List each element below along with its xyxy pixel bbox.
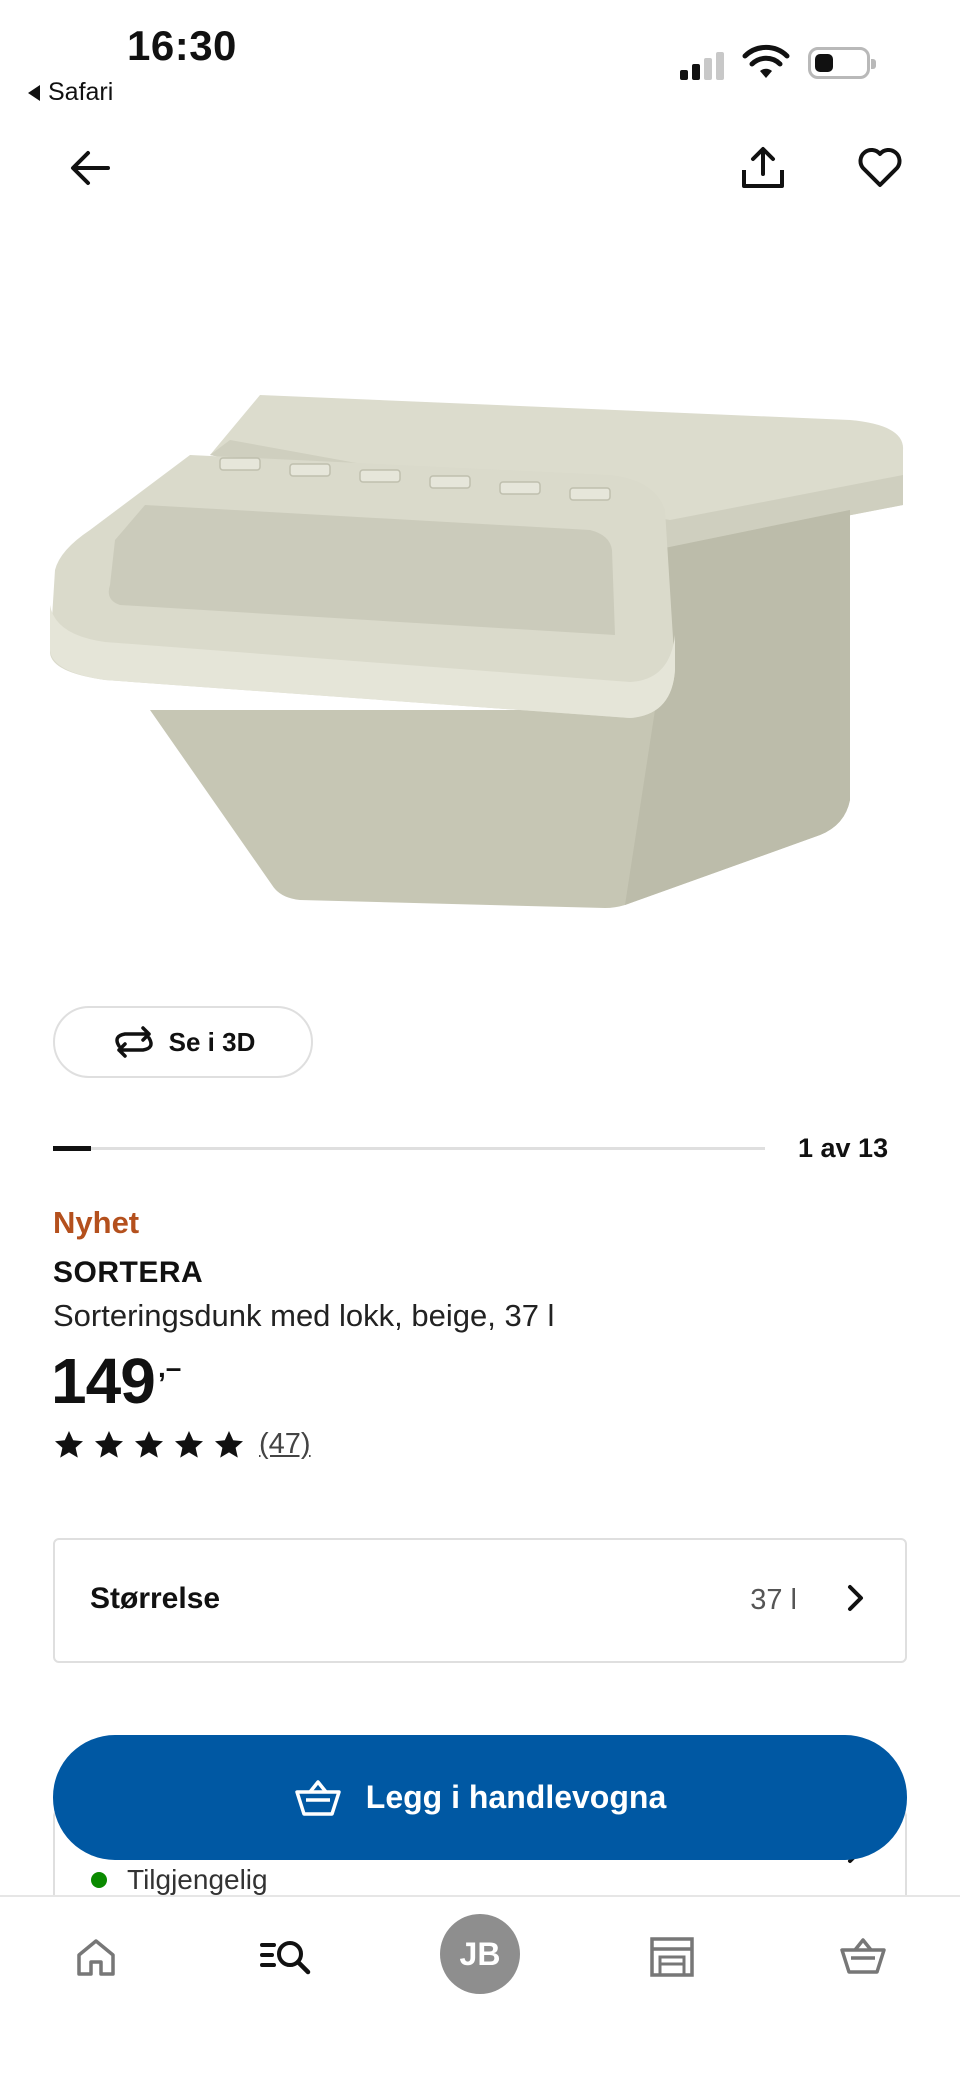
return-app-label: Safari xyxy=(48,78,114,106)
product-description: Sorteringsdunk med lokk, beige, 37 l xyxy=(53,1298,555,1333)
share-button[interactable] xyxy=(733,138,793,198)
star-icon xyxy=(135,1430,163,1458)
store-icon xyxy=(650,1937,694,1977)
favorite-button[interactable] xyxy=(850,138,910,198)
review-count-link[interactable]: (47) xyxy=(259,1428,311,1461)
gallery-position: 1 av 13 xyxy=(798,1133,889,1163)
basket-icon xyxy=(295,1779,341,1816)
tab-cart[interactable] xyxy=(823,1917,903,1997)
arrow-left-icon xyxy=(71,151,110,185)
share-icon xyxy=(742,147,784,188)
rotate-3d-icon xyxy=(114,1026,153,1058)
chevron-right-icon xyxy=(848,1585,863,1611)
heart-icon xyxy=(858,148,902,187)
tab-search[interactable] xyxy=(247,1917,327,1997)
cellular-signal-icon xyxy=(680,50,724,80)
add-to-cart-button[interactable]: Legg i handlevogna xyxy=(53,1735,907,1860)
size-label: Størrelse xyxy=(90,1582,221,1615)
size-value: 37 l xyxy=(750,1584,797,1616)
tab-profile-avatar[interactable]: JB xyxy=(440,1914,520,1994)
tab-home[interactable] xyxy=(56,1917,136,1997)
view-3d-button[interactable]: Se i 3D xyxy=(53,1006,313,1078)
star-icon xyxy=(95,1430,123,1458)
rating-stars xyxy=(53,1429,245,1461)
status-time: 16:30 xyxy=(127,22,237,69)
home-icon xyxy=(77,1939,115,1976)
product-rating[interactable]: (47) xyxy=(53,1428,311,1461)
view-3d-label: Se i 3D xyxy=(168,1026,256,1057)
tab-store[interactable] xyxy=(632,1917,712,1997)
product-image[interactable] xyxy=(50,380,910,920)
availability-status-dot xyxy=(91,1872,107,1888)
availability-text: Tilgjengelig xyxy=(127,1864,268,1895)
gallery-scroll-indicator[interactable] xyxy=(53,1146,91,1151)
price-suffix: ,– xyxy=(158,1352,182,1383)
product-name: SORTERA xyxy=(53,1256,204,1289)
search-icon xyxy=(260,1941,311,1975)
back-button[interactable] xyxy=(60,138,120,198)
bottom-tab-bar: JB xyxy=(0,1895,960,2081)
add-to-cart-label: Legg i handlevogna xyxy=(365,1779,667,1815)
star-icon xyxy=(215,1430,243,1458)
star-icon xyxy=(175,1430,203,1458)
basket-icon xyxy=(840,1938,886,1974)
gallery-scrollbar[interactable] xyxy=(53,1146,765,1151)
new-badge: Nyhet xyxy=(53,1205,140,1240)
star-icon xyxy=(55,1430,83,1458)
size-selector[interactable]: Størrelse 37 l xyxy=(53,1538,907,1663)
product-price: 149 xyxy=(51,1345,156,1417)
battery-icon xyxy=(808,47,876,79)
back-triangle-icon xyxy=(28,84,40,101)
wifi-icon xyxy=(742,44,790,78)
return-to-safari[interactable]: Safari xyxy=(28,78,113,107)
